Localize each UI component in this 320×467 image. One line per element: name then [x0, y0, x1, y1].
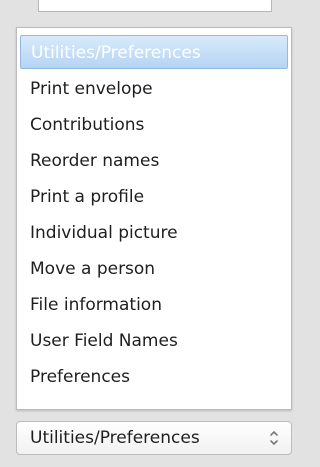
- menu-item-reorder-names[interactable]: Reorder names: [30, 144, 283, 178]
- menu-item-user-field-names[interactable]: User Field Names: [30, 324, 283, 358]
- menu-item-preferences[interactable]: Preferences: [30, 360, 283, 394]
- menu-item-print-envelope[interactable]: Print envelope: [30, 72, 283, 106]
- menu-item-print-a-profile[interactable]: Print a profile: [30, 180, 283, 214]
- dropdown-menu[interactable]: Utilities/Preferences Print envelope Con…: [16, 27, 292, 410]
- menu-item-individual-picture[interactable]: Individual picture: [30, 216, 283, 250]
- category-select[interactable]: Utilities/Preferences: [16, 421, 292, 455]
- menu-item-contributions[interactable]: Contributions: [30, 108, 283, 142]
- select-value: Utilities/Preferences: [30, 428, 200, 448]
- up-down-chevron-icon[interactable]: [269, 427, 279, 449]
- menu-item-utilities-preferences[interactable]: Utilities/Preferences: [20, 35, 288, 69]
- top-panel: [38, 0, 272, 12]
- menu-item-move-a-person[interactable]: Move a person: [30, 252, 283, 286]
- menu-item-file-information[interactable]: File information: [30, 288, 283, 322]
